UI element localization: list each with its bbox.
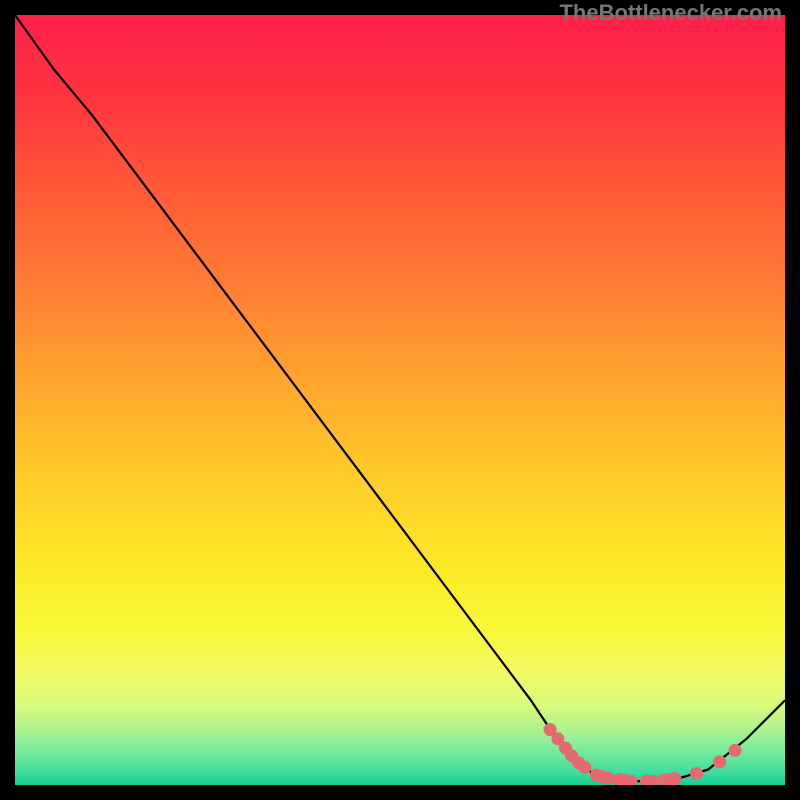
bottleneck-chart (15, 15, 785, 785)
marker-dot (729, 744, 742, 757)
marker-dot (690, 767, 703, 780)
gradient-background (15, 15, 785, 785)
attribution-label: TheBottlenecker.com (559, 0, 782, 26)
marker-dot (578, 761, 591, 774)
marker-dot (713, 755, 726, 768)
marker-dot (668, 772, 681, 785)
marker-dot (601, 772, 614, 785)
